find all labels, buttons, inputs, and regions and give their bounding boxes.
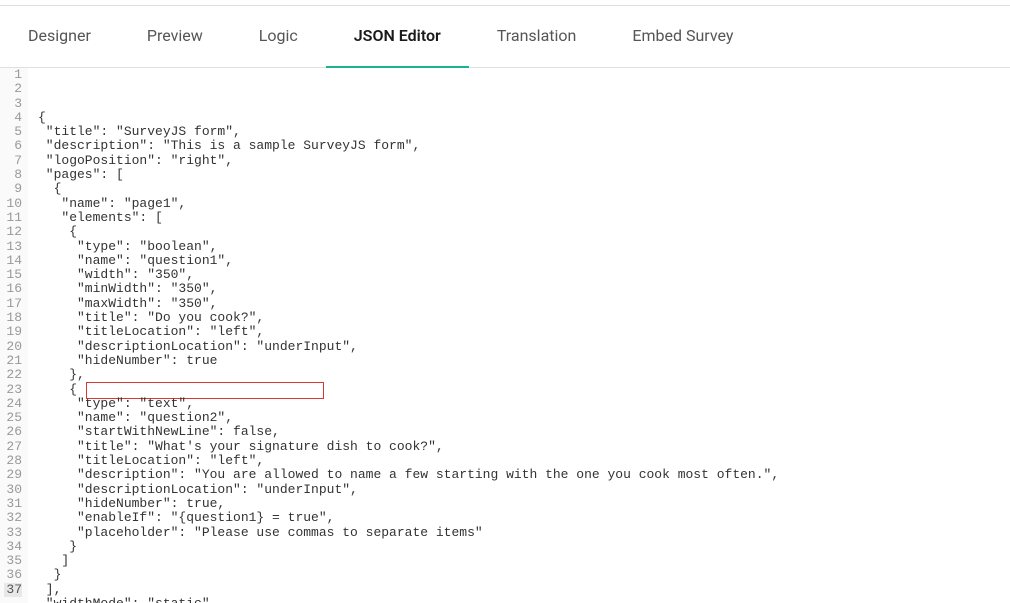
line-number: 14 bbox=[4, 254, 22, 268]
code-line[interactable]: "placeholder": "Please use commas to sep… bbox=[38, 526, 1010, 540]
code-line[interactable]: "pages": [ bbox=[38, 168, 1010, 182]
line-number: 9 bbox=[4, 182, 22, 196]
tab-translation[interactable]: Translation bbox=[469, 6, 605, 68]
line-number: 20 bbox=[4, 340, 22, 354]
code-line[interactable]: "startWithNewLine": false, bbox=[38, 425, 1010, 439]
code-line[interactable]: "name": "question1", bbox=[38, 254, 1010, 268]
line-number: 31 bbox=[4, 497, 22, 511]
line-number: 28 bbox=[4, 454, 22, 468]
code-line[interactable]: "hideNumber": true bbox=[38, 354, 1010, 368]
code-line[interactable]: "type": "text", bbox=[38, 397, 1010, 411]
code-line[interactable]: { bbox=[38, 225, 1010, 239]
line-number: 16 bbox=[4, 282, 22, 296]
line-number: 17 bbox=[4, 297, 22, 311]
line-number: 6 bbox=[4, 139, 22, 153]
code-line[interactable]: { bbox=[38, 111, 1010, 125]
code-line[interactable]: "hideNumber": true, bbox=[38, 497, 1010, 511]
code-line[interactable]: ], bbox=[38, 583, 1010, 597]
line-number: 26 bbox=[4, 425, 22, 439]
line-number: 25 bbox=[4, 411, 22, 425]
code-line[interactable]: "titleLocation": "left", bbox=[38, 454, 1010, 468]
line-number: 5 bbox=[4, 125, 22, 139]
line-number: 36 bbox=[4, 568, 22, 582]
line-number: 32 bbox=[4, 511, 22, 525]
code-line[interactable]: { bbox=[38, 383, 1010, 397]
code-line[interactable]: } bbox=[38, 568, 1010, 582]
code-line[interactable]: "titleLocation": "left", bbox=[38, 325, 1010, 339]
line-number: 34 bbox=[4, 540, 22, 554]
line-number: 2 bbox=[4, 82, 22, 96]
code-line[interactable]: "name": "question2", bbox=[38, 411, 1010, 425]
code-line[interactable]: "description": "This is a sample SurveyJ… bbox=[38, 139, 1010, 153]
line-number: 30 bbox=[4, 483, 22, 497]
code-line[interactable]: } bbox=[38, 540, 1010, 554]
line-number: 7 bbox=[4, 154, 22, 168]
code-line[interactable]: }, bbox=[38, 368, 1010, 382]
code-line[interactable]: "title": "What's your signature dish to … bbox=[38, 440, 1010, 454]
line-number: 1 bbox=[4, 68, 22, 82]
tab-logic[interactable]: Logic bbox=[231, 6, 326, 68]
code-line[interactable]: { bbox=[38, 182, 1010, 196]
code-line[interactable]: ] bbox=[38, 554, 1010, 568]
tab-preview[interactable]: Preview bbox=[119, 6, 231, 68]
code-line[interactable]: "widthMode": "static", bbox=[38, 597, 1010, 603]
line-number: 4 bbox=[4, 111, 22, 125]
code-line[interactable]: "minWidth": "350", bbox=[38, 282, 1010, 296]
line-number: 15 bbox=[4, 268, 22, 282]
code-line[interactable]: "maxWidth": "350", bbox=[38, 297, 1010, 311]
line-number: 37 bbox=[4, 583, 22, 597]
line-number: 23 bbox=[4, 383, 22, 397]
line-number: 35 bbox=[4, 554, 22, 568]
code-area[interactable]: { "title": "SurveyJS form", "description… bbox=[28, 68, 1010, 603]
line-number: 29 bbox=[4, 468, 22, 482]
code-line[interactable]: "name": "page1", bbox=[38, 197, 1010, 211]
code-line[interactable]: "enableIf": "{question1} = true", bbox=[38, 511, 1010, 525]
line-number: 24 bbox=[4, 397, 22, 411]
line-number: 12 bbox=[4, 225, 22, 239]
line-number: 33 bbox=[4, 526, 22, 540]
line-number: 19 bbox=[4, 325, 22, 339]
tab-designer[interactable]: Designer bbox=[0, 6, 119, 68]
line-number: 10 bbox=[4, 197, 22, 211]
code-line[interactable]: "title": "Do you cook?", bbox=[38, 311, 1010, 325]
code-line[interactable]: "type": "boolean", bbox=[38, 240, 1010, 254]
code-line[interactable]: "title": "SurveyJS form", bbox=[38, 125, 1010, 139]
line-number-gutter: 1234567891011121314151617181920212223242… bbox=[0, 68, 28, 603]
line-number: 27 bbox=[4, 440, 22, 454]
line-number: 11 bbox=[4, 211, 22, 225]
line-number: 8 bbox=[4, 168, 22, 182]
line-number: 3 bbox=[4, 97, 22, 111]
line-number: 18 bbox=[4, 311, 22, 325]
code-line[interactable]: "logoPosition": "right", bbox=[38, 154, 1010, 168]
code-line[interactable]: "description": "You are allowed to name … bbox=[38, 468, 1010, 482]
line-number: 21 bbox=[4, 354, 22, 368]
line-number: 22 bbox=[4, 368, 22, 382]
code-line[interactable]: "descriptionLocation": "underInput", bbox=[38, 483, 1010, 497]
json-editor[interactable]: 1234567891011121314151617181920212223242… bbox=[0, 68, 1010, 603]
tab-embed-survey[interactable]: Embed Survey bbox=[604, 6, 761, 68]
tab-bar: Designer Preview Logic JSON Editor Trans… bbox=[0, 6, 1010, 68]
line-number: 13 bbox=[4, 240, 22, 254]
tab-json-editor[interactable]: JSON Editor bbox=[326, 6, 469, 68]
code-line[interactable]: "width": "350", bbox=[38, 268, 1010, 282]
code-line[interactable]: "elements": [ bbox=[38, 211, 1010, 225]
code-line[interactable]: "descriptionLocation": "underInput", bbox=[38, 340, 1010, 354]
